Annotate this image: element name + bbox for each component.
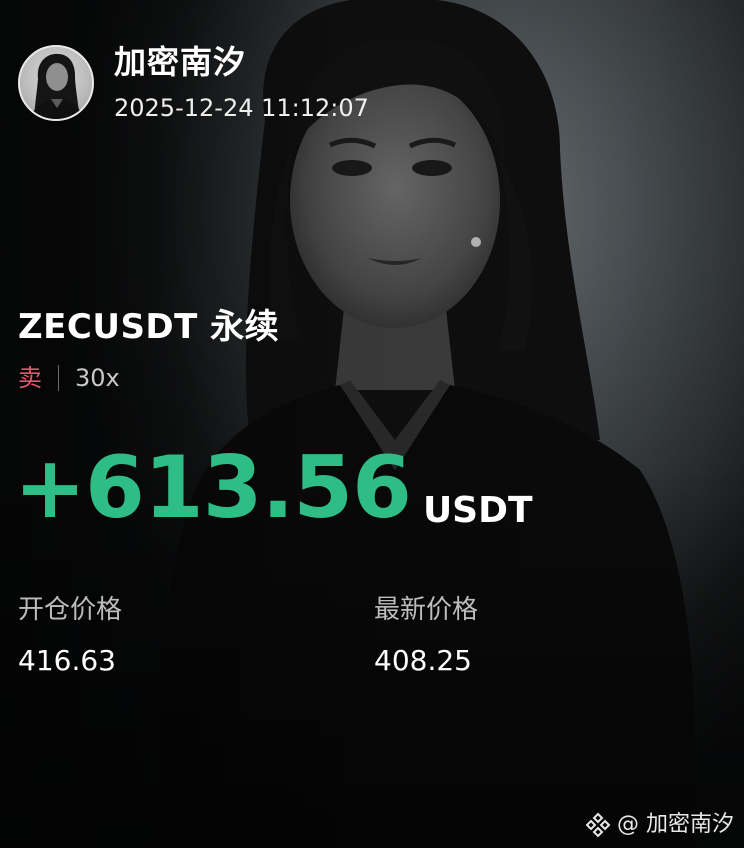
position-side: 卖 [18, 364, 42, 392]
pnl-value: +613.56 [14, 438, 412, 538]
divider [58, 365, 59, 391]
timestamp: 2025-12-24 11:12:07 [114, 94, 369, 122]
entry-price-block: 开仓价格 416.63 [18, 592, 122, 680]
entry-price-label: 开仓价格 [18, 595, 123, 625]
background-portrait [0, 0, 744, 848]
last-price-label: 最新价格 [374, 595, 479, 625]
leverage: 30x [75, 364, 120, 392]
last-price-value: 408.25 [374, 644, 472, 677]
last-price-block: 最新价格 408.25 [374, 592, 478, 680]
position-meta: 卖 30x [18, 362, 120, 394]
entry-price-value: 416.63 [18, 644, 116, 677]
binance-square-icon [585, 812, 611, 838]
contract-pair: ZECUSDT 永续 [18, 307, 280, 347]
watermark: @ 加密南汐 [585, 810, 734, 840]
pnl-share-card: 加密南汐 2025-12-24 11:12:07 ZECUSDT 永续 卖 30… [0, 0, 744, 848]
watermark-text: @ 加密南汐 [617, 812, 734, 837]
avatar-portrait-icon [30, 53, 84, 119]
pnl-row: +613.56 USDT [14, 440, 533, 536]
user-name: 加密南汐 [114, 43, 247, 81]
avatar[interactable] [18, 45, 94, 121]
user-header: 加密南汐 2025-12-24 11:12:07 [18, 42, 369, 124]
pnl-unit: USDT [422, 490, 533, 531]
